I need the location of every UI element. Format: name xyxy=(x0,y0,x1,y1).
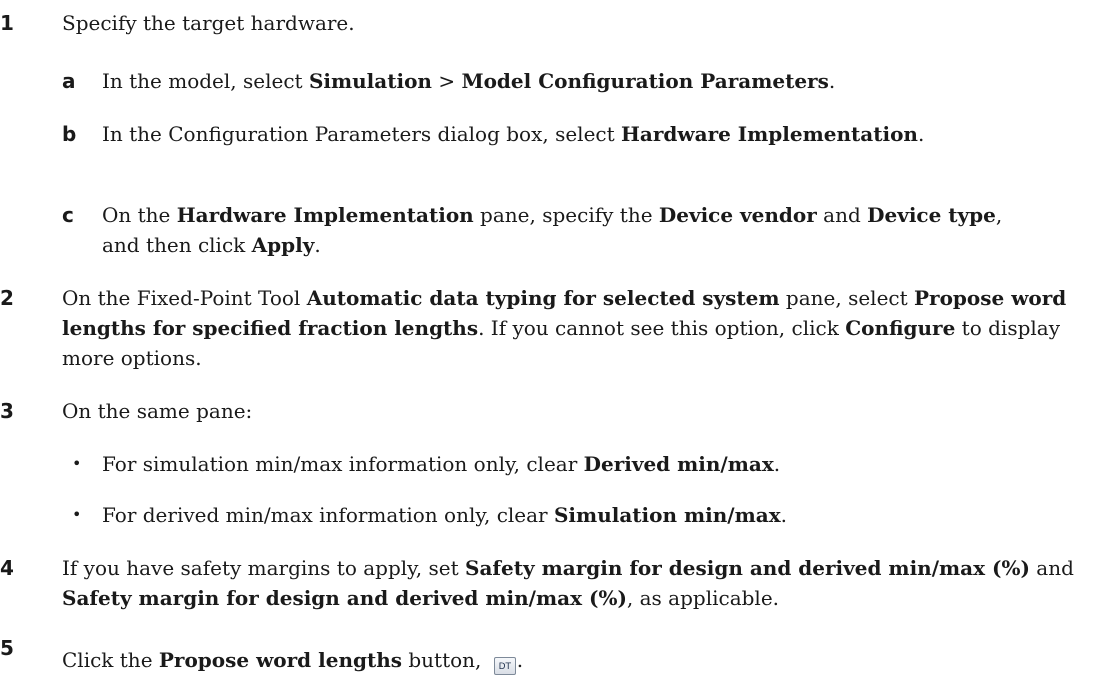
step-number: 5 xyxy=(0,636,14,660)
ui-term: Apply xyxy=(251,233,315,257)
step-number: 1 xyxy=(0,11,14,35)
step-text: Specify the target hardware. xyxy=(62,11,355,35)
step-text: On the Fixed-Point Tool Automatic data t… xyxy=(62,286,1067,370)
substep-text: In the model, select Simulation > Model … xyxy=(102,69,836,93)
substep-text: In the Configuration Parameters dialog b… xyxy=(102,122,925,146)
substep-letter: c xyxy=(62,203,74,227)
substep-letter: b xyxy=(62,122,77,146)
ui-term: Model Configuration Parameters xyxy=(461,69,829,93)
ui-term: Automatic data typing for selected syste… xyxy=(306,286,780,310)
bullet-marker: • xyxy=(72,505,82,524)
bullet-marker: • xyxy=(72,454,82,473)
step-text: Click the Propose word lengths button, D… xyxy=(62,645,1102,675)
procedure-document: 1 Specify the target hardware. a In the … xyxy=(0,0,1109,681)
ui-term: Safety margin for design and derived min… xyxy=(465,556,1030,580)
ui-term: Device type xyxy=(867,203,996,227)
ui-term: Hardware Implementation xyxy=(176,203,474,227)
ui-term: Safety margin for design and derived min… xyxy=(62,586,627,610)
ui-term: Propose word lengths xyxy=(158,648,403,672)
step-text: On the same pane: xyxy=(62,399,253,423)
step-number: 4 xyxy=(0,556,14,580)
bullet-text: For simulation min/max information only,… xyxy=(102,452,781,476)
propose-word-lengths-icon[interactable]: DT xyxy=(493,657,516,675)
ui-term: Simulation xyxy=(308,69,432,93)
step-text: If you have safety margins to apply, set… xyxy=(62,556,1074,610)
substep-text: On the Hardware Implementation pane, spe… xyxy=(102,203,1003,257)
substep-letter: a xyxy=(62,69,76,93)
ui-term: Device vendor xyxy=(658,203,817,227)
ui-term: Configure xyxy=(845,316,956,340)
step-number: 2 xyxy=(0,286,14,310)
ui-term: Derived min/max xyxy=(583,452,774,476)
bullet-text: For derived min/max information only, cl… xyxy=(102,503,787,527)
step-number: 3 xyxy=(0,399,14,423)
ui-term: Hardware Implementation xyxy=(621,122,918,146)
ui-term: Simulation min/max xyxy=(553,503,781,527)
